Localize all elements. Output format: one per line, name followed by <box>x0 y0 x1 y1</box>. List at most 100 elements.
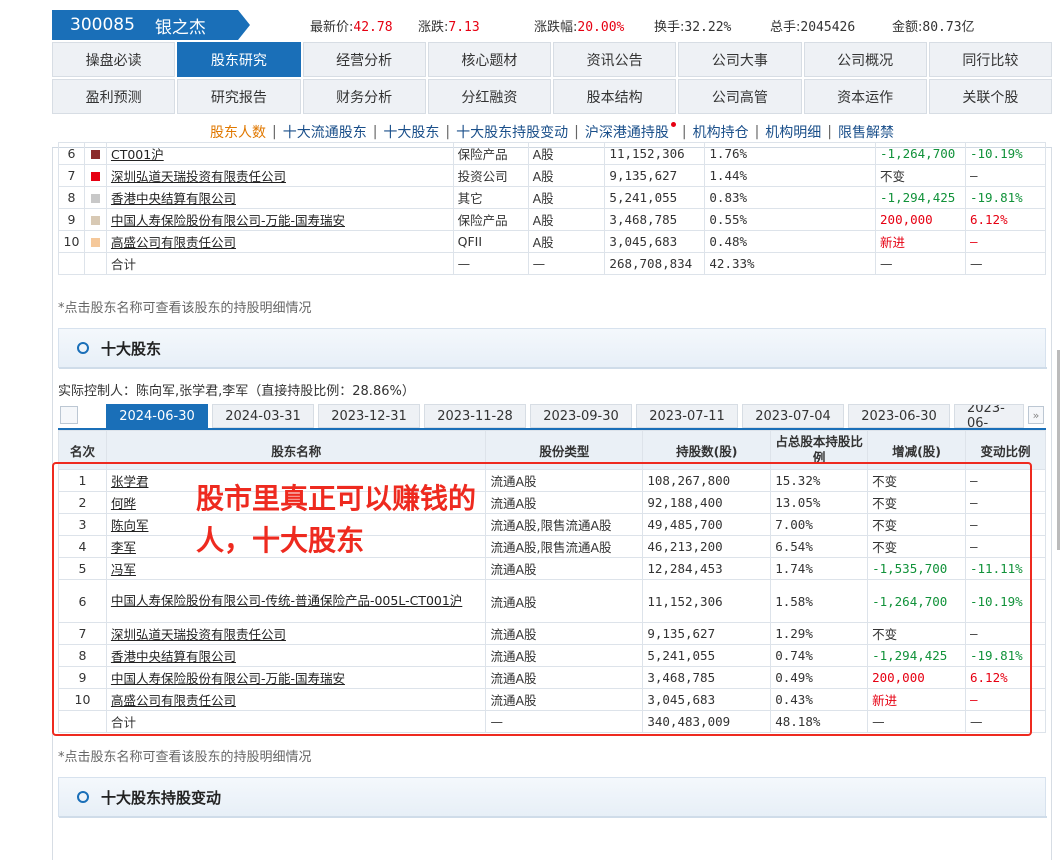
date-tab[interactable]: 2023-07-11 <box>636 404 738 428</box>
quote-label: 总手: <box>770 20 801 35</box>
nav-tab[interactable]: 公司大事 <box>678 42 802 77</box>
holder-name-link[interactable]: 高盛公司有限责任公司 <box>111 235 236 250</box>
subnav-link[interactable]: 机构明细 <box>765 122 821 142</box>
separator: | <box>754 124 760 140</box>
subnav-link[interactable]: 机构持仓 <box>693 122 749 142</box>
change-cell: 不变 <box>867 535 966 558</box>
ratio-cell: 0.55% <box>704 208 877 231</box>
holder-name-link[interactable]: 深圳弘道天瑞投资有限责任公司 <box>111 627 286 642</box>
change-cell: -1,264,700 <box>867 579 966 623</box>
column-header: 股东名称 <box>105 430 487 470</box>
holder-name-link[interactable]: 中国人寿保险股份有限公司-万能-国寿瑞安 <box>111 671 345 686</box>
column-header: 增减(股) <box>867 430 966 470</box>
date-tab[interactable]: 2023-06-30 <box>848 404 950 428</box>
nav-tab[interactable]: 资本运作 <box>803 79 927 114</box>
note-text-2: *点击股东名称可查看该股东的持股明细情况 <box>58 750 312 765</box>
nav-tab[interactable]: 公司概况 <box>803 42 927 77</box>
nav-tab[interactable]: 核心题材 <box>427 42 551 77</box>
share-type-cell: 流通A股 <box>485 579 644 623</box>
holder-name-link[interactable]: 中国人寿保险股份有限公司-万能-国寿瑞安 <box>111 213 345 228</box>
main-nav: 操盘必读 股东研究 经营分析 核心题材 资讯公告 公司大事 公司概况 同行比较盈利预测 研究报告… <box>52 42 1052 114</box>
count-cell: 12,284,453 <box>642 557 772 580</box>
table-row: 10 高盛公司有限责任公司 流通A股 3,045,683 0.43% 新进 — <box>58 688 1046 711</box>
nav-tab[interactable]: 分红融资 <box>427 79 551 114</box>
count-cell: 49,485,700 <box>642 513 772 536</box>
pct-cell: -10.19% <box>965 579 1046 623</box>
subnav-link[interactable]: 十大股东持股变动 <box>456 122 568 142</box>
quote-value: 32.22% <box>684 20 732 35</box>
rank-cell: 8 <box>58 644 107 667</box>
table-row: 8 香港中央结算有限公司 流通A股 5,241,055 0.74% -1,294,425-… <box>58 644 1046 667</box>
nav-tab[interactable]: 关联个股 <box>928 79 1052 114</box>
holder-name-link[interactable]: 香港中央结算有限公司 <box>111 649 236 664</box>
change-cell: 200,000 <box>867 666 966 689</box>
pct-cell: — <box>965 710 1046 733</box>
table-row: 9 中国人寿保险股份有限公司-万能-国寿瑞安 保险产品 A股 3,468,785 0.55… <box>58 208 1047 231</box>
holder-name-link[interactable]: 张学君 <box>111 474 149 489</box>
date-tab[interactable]: 2024-06-30 <box>106 404 208 428</box>
holder-name-link[interactable]: 高盛公司有限责任公司 <box>111 693 236 708</box>
holder-name-link[interactable]: 冯军 <box>111 562 136 577</box>
ratio-cell: 6.54% <box>770 535 869 558</box>
table-row: 7 深圳弘道天瑞投资有限责任公司 流通A股 9,135,627 1.29% 不变 — <box>58 622 1046 645</box>
share-type-cell: 流通A股 <box>485 557 644 580</box>
rank-cell: 3 <box>58 513 107 536</box>
quote-item: 金额:80.73亿 <box>892 16 975 35</box>
circle-icon <box>77 791 89 803</box>
date-tab[interactable]: 2024-03-31 <box>212 404 314 428</box>
holder-name-link[interactable]: 深圳弘道天瑞投资有限责任公司 <box>111 169 286 184</box>
holder-name-link[interactable]: 中国人寿保险股份有限公司-传统-普通保险产品-005L-CT001沪 <box>111 593 462 608</box>
nav-tab[interactable]: 同行比较 <box>928 42 1052 77</box>
total-label: 合计 <box>105 710 487 733</box>
count-cell: 3,468,785 <box>642 666 772 689</box>
ratio-cell: 0.74% <box>770 644 869 667</box>
subnav-link[interactable]: 十大股东 <box>383 122 439 142</box>
grid-view-icon[interactable] <box>60 406 78 424</box>
share-type-cell: — <box>485 710 644 733</box>
date-tab[interactable]: 2023-07-04 <box>742 404 844 428</box>
count-cell: 5,241,055 <box>604 186 706 209</box>
holder-name-link[interactable]: 李军 <box>111 540 136 555</box>
share-type-cell: 流通A股,限售流通A股 <box>485 513 644 536</box>
count-cell: 92,188,400 <box>642 491 772 514</box>
subnav-link[interactable]: 沪深港通持股 <box>585 122 676 142</box>
count-cell: 9,135,627 <box>642 622 772 645</box>
chevron-right-icon[interactable]: » <box>1028 406 1044 424</box>
color-swatch-cell <box>83 142 107 165</box>
subnav-link[interactable]: 十大流通股东 <box>283 122 367 142</box>
holder-name-link[interactable]: CT001沪 <box>111 147 164 162</box>
nav-tab[interactable]: 经营分析 <box>302 42 426 77</box>
pct-cell: 6.12% <box>964 208 1047 231</box>
change-cell: -1,264,700 <box>875 142 966 165</box>
holder-name-link[interactable]: 陈向军 <box>111 518 149 533</box>
nav-tab[interactable]: 财务分析 <box>302 79 426 114</box>
nav-tab[interactable]: 股东研究 <box>177 42 301 77</box>
date-tab[interactable]: 2023-06- <box>954 404 1024 428</box>
share-type-cell: — <box>527 252 606 275</box>
holder-name-link[interactable]: 何晔 <box>111 496 136 511</box>
nav-tab[interactable]: 资讯公告 <box>553 42 677 77</box>
subnav-link[interactable]: 股东人数 <box>210 122 266 142</box>
date-tabs: 2024-06-30 2024-03-31 2023-12-31 2023-11-28… <box>58 404 1046 430</box>
holder-name-cell: 中国人寿保险股份有限公司-传统-普通保险产品-005L-CT001沪 <box>105 579 487 623</box>
nav-tab[interactable]: 盈利预测 <box>52 79 176 114</box>
nav-tab[interactable]: 公司高管 <box>678 79 802 114</box>
subnav-link[interactable]: 限售解禁 <box>838 122 894 142</box>
column-header: 占总股本持股比例 <box>770 430 869 470</box>
nav-tab[interactable]: 研究报告 <box>177 79 301 114</box>
rank-cell <box>58 710 107 733</box>
column-header: 名次 <box>58 430 107 470</box>
ratio-cell: 13.05% <box>770 491 869 514</box>
pct-cell: — <box>965 688 1046 711</box>
ratio-cell: 1.44% <box>704 164 877 187</box>
nav-tab[interactable]: 股本结构 <box>553 79 677 114</box>
stock-code: 300085 <box>70 15 135 35</box>
date-tab[interactable]: 2023-11-28 <box>424 404 526 428</box>
rank-cell: 10 <box>58 688 107 711</box>
holder-name-link[interactable]: 香港中央结算有限公司 <box>111 191 236 206</box>
pct-cell: — <box>965 622 1046 645</box>
date-tab[interactable]: 2023-09-30 <box>530 404 632 428</box>
ratio-cell: 1.58% <box>770 579 869 623</box>
nav-tab[interactable]: 操盘必读 <box>52 42 176 77</box>
date-tab[interactable]: 2023-12-31 <box>318 404 420 428</box>
